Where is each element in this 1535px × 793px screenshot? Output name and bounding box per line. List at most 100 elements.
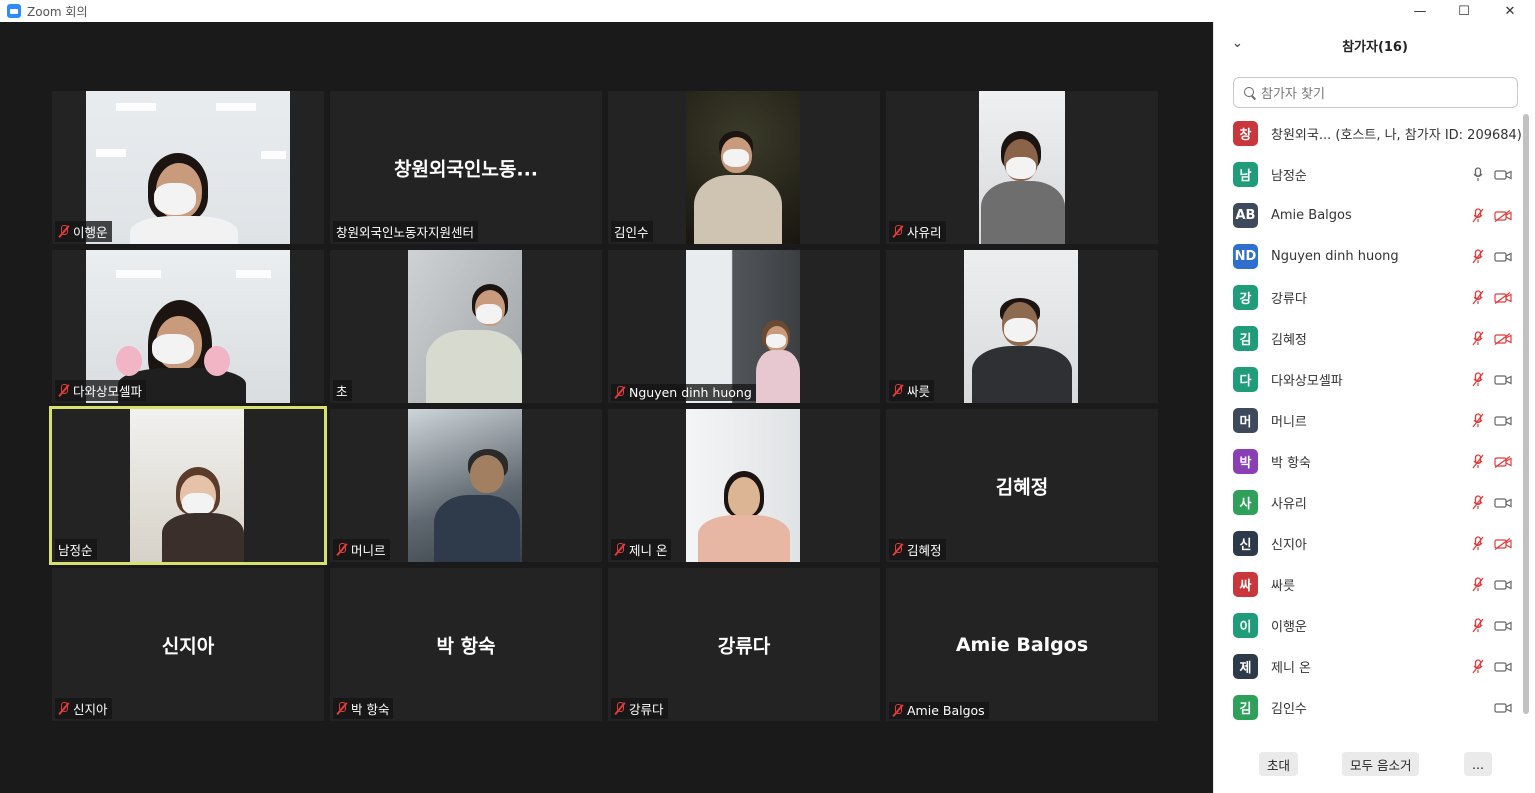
video-off-icon[interactable] [1494, 291, 1512, 304]
mic-muted-icon[interactable] [1472, 331, 1484, 346]
video-feed [686, 250, 800, 403]
participant-row[interactable]: 박 박 항숙 [1214, 441, 1535, 482]
mic-muted-icon [614, 386, 625, 399]
video-feed [408, 409, 522, 562]
video-feed [686, 409, 800, 562]
mic-muted-icon[interactable] [1472, 618, 1484, 633]
video-off-icon[interactable] [1494, 455, 1512, 468]
mic-icon[interactable] [1472, 167, 1484, 182]
avatar: 다 [1233, 367, 1258, 392]
participant-search-input[interactable]: 참가자 찾기 [1233, 77, 1518, 108]
video-off-icon[interactable] [1494, 209, 1512, 222]
participant-name-tag: 강류다 [611, 698, 668, 719]
mic-muted-icon [614, 702, 625, 715]
video-tile-active-speaker[interactable]: 남정순 [49, 406, 327, 565]
participant-row[interactable]: 강 강류다 [1214, 277, 1535, 318]
video-tile[interactable]: Amie Balgos Amie Balgos [886, 568, 1158, 721]
participant-row[interactable]: 제 제니 온 [1214, 646, 1535, 687]
participant-list: 창 창원외국... (호스트, 나, 참가자 ID: 209684) 남 남정순 AB A… [1214, 113, 1535, 733]
mic-muted-icon[interactable] [1472, 290, 1484, 305]
participant-row[interactable]: 남 남정순 [1214, 154, 1535, 195]
participant-name-tag: 다와상모셀파 [55, 380, 147, 401]
chevron-down-icon[interactable]: ⌄ [1232, 36, 1243, 51]
participant-row[interactable]: 창 창원외국... (호스트, 나, 참가자 ID: 209684) [1214, 113, 1535, 154]
video-icon[interactable] [1494, 620, 1512, 632]
video-tile[interactable]: 창원외국인노동... 창원외국인노동자지원센터 [330, 91, 602, 244]
minimize-button[interactable]: — [1397, 0, 1443, 22]
participant-name: 남정순 [1271, 169, 1307, 184]
participant-row[interactable]: 다 다와상모셀파 [1214, 359, 1535, 400]
mic-muted-icon[interactable] [1472, 413, 1484, 428]
participant-name: 다와상모셀파 [1271, 374, 1343, 389]
mic-muted-icon[interactable] [1472, 659, 1484, 674]
mic-muted-icon[interactable] [1472, 249, 1484, 264]
close-button[interactable]: ✕ [1487, 0, 1533, 22]
mic-muted-icon[interactable] [1472, 454, 1484, 469]
participant-row[interactable]: 사 사유리 [1214, 482, 1535, 523]
mic-muted-icon[interactable] [1472, 372, 1484, 387]
participant-name: 머니르 [1271, 415, 1307, 430]
scrollbar[interactable] [1523, 114, 1529, 714]
video-tile[interactable]: 강류다 강류다 [608, 568, 880, 721]
video-tile[interactable]: 사유리 [886, 91, 1158, 244]
mic-muted-icon[interactable] [1472, 536, 1484, 551]
video-icon[interactable] [1494, 497, 1512, 509]
participant-display-name: 창원외국인노동... [393, 158, 538, 180]
participant-name-tag: 싸릇 [889, 380, 935, 401]
title-bar: Zoom 회의 — ☐ ✕ [0, 0, 1535, 22]
avatar: 김 [1233, 326, 1258, 351]
participant-row[interactable]: 싸 싸릇 [1214, 564, 1535, 605]
participant-name: 박 항숙 [1271, 456, 1312, 471]
mic-muted-icon[interactable] [1472, 577, 1484, 592]
participant-name-tag: 머니르 [333, 539, 390, 560]
video-tile[interactable]: 김혜정 김혜정 [886, 409, 1158, 562]
participant-row[interactable]: 이 이행운 [1214, 605, 1535, 646]
avatar: 머 [1233, 408, 1258, 433]
more-button[interactable]: ... [1464, 752, 1492, 776]
maximize-button[interactable]: ☐ [1441, 0, 1487, 22]
video-tile[interactable]: 박 항숙 박 항숙 [330, 568, 602, 721]
participant-name: 신지아 [1271, 538, 1307, 553]
invite-button[interactable]: 초대 [1259, 752, 1299, 776]
mic-muted-icon[interactable] [1472, 208, 1484, 223]
video-icon[interactable] [1494, 251, 1512, 263]
participant-row[interactable]: ND Nguyen dinh huong [1214, 236, 1535, 277]
participant-row[interactable]: 신 신지아 [1214, 523, 1535, 564]
video-tile[interactable]: 김인수 [608, 91, 880, 244]
video-feed [964, 250, 1078, 403]
video-icon[interactable] [1494, 415, 1512, 427]
participant-name: 사유리 [1271, 497, 1307, 512]
participant-row[interactable]: 머 머니르 [1214, 400, 1535, 441]
mute-all-button[interactable]: 모두 음소거 [1342, 752, 1420, 776]
video-tile[interactable]: 초 [330, 250, 602, 403]
video-tile[interactable]: 싸릇 [886, 250, 1158, 403]
mic-muted-icon [58, 225, 69, 238]
avatar: 남 [1233, 162, 1258, 187]
video-icon[interactable] [1494, 702, 1512, 714]
participant-row[interactable]: 김 김혜정 [1214, 318, 1535, 359]
mic-muted-icon[interactable] [1472, 495, 1484, 510]
avatar: 제 [1233, 654, 1258, 679]
participant-display-name: 강류다 [717, 635, 771, 657]
video-icon[interactable] [1494, 374, 1512, 386]
video-icon[interactable] [1494, 169, 1512, 181]
video-tile[interactable]: 신지아 신지아 [52, 568, 324, 721]
participant-row[interactable]: 김 김인수 [1214, 687, 1535, 728]
video-icon[interactable] [1494, 579, 1512, 591]
video-tile[interactable]: 머니르 [330, 409, 602, 562]
video-off-icon[interactable] [1494, 537, 1512, 550]
video-icon[interactable] [1494, 661, 1512, 673]
participant-row[interactable]: AB Amie Balgos [1214, 195, 1535, 236]
avatar: 신 [1233, 531, 1258, 556]
panel-title: 참가자(16) [1342, 39, 1408, 55]
video-tile[interactable]: Nguyen dinh huong [608, 250, 880, 403]
search-placeholder: 참가자 찾기 [1261, 87, 1325, 102]
video-off-icon[interactable] [1494, 332, 1512, 345]
participants-panel: ⌄ 참가자(16) 참가자 찾기 창 창원외국... (호스트, 나, 참가자 I… [1213, 22, 1535, 793]
window-title: Zoom 회의 [27, 4, 88, 19]
video-tile[interactable]: 제니 온 [608, 409, 880, 562]
video-tile[interactable]: 다와상모셀파 [52, 250, 324, 403]
participant-display-name: 신지아 [161, 635, 215, 657]
video-tile[interactable]: 이행운 [52, 91, 324, 244]
participant-name: 제니 온 [1271, 661, 1312, 676]
